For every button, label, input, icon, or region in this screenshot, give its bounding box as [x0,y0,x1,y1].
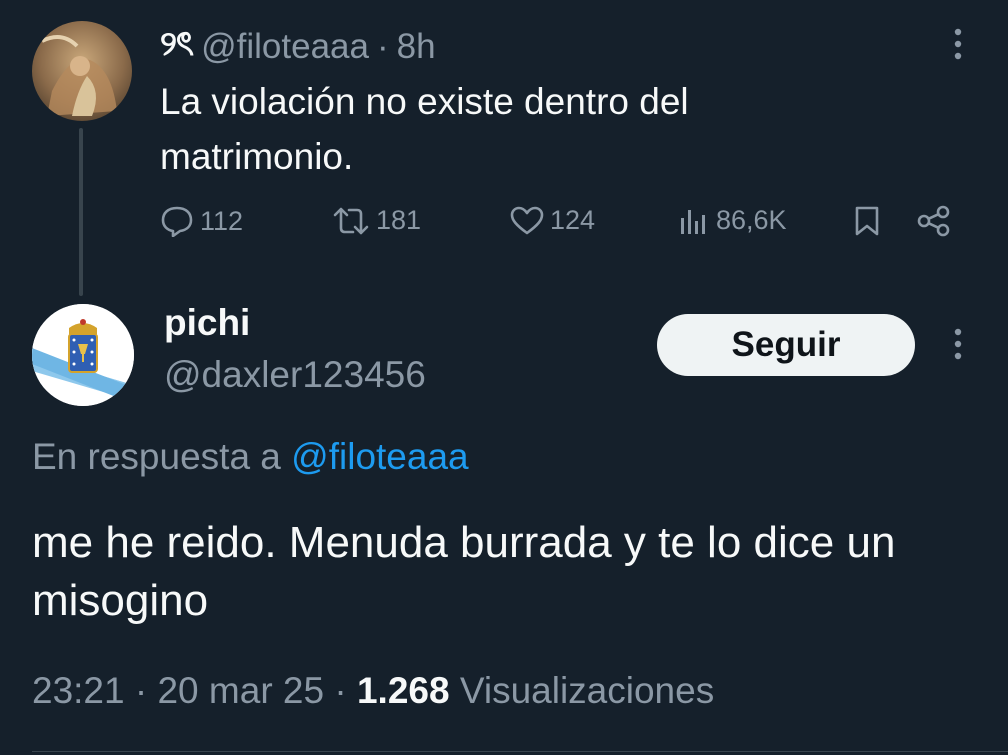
thread-line [79,128,83,296]
like-count: 124 [550,205,596,235]
bookmark-button[interactable] [852,205,882,237]
retweet-button[interactable]: 181 [332,205,421,236]
tweet-time[interactable]: 23:21 [32,670,125,711]
reply-button[interactable]: 112 [160,205,243,237]
in-reply-to: En respuesta a @filoteaaa [32,436,469,478]
retweet-count: 181 [376,205,422,235]
parent-display-name[interactable]: ୨ৎ [160,18,194,75]
parent-handle[interactable]: @filoteaaa [201,27,369,67]
retweet-icon [332,206,370,236]
heart-icon [510,206,544,236]
divider [32,751,1008,752]
parent-header: ୨ৎ @filoteaaa · 8h [160,18,436,75]
in-reply-prefix: En respuesta a [32,436,281,477]
parent-tweet-text: La violación no existe dentro del matrim… [160,81,689,177]
more-options-icon[interactable] [944,26,972,62]
views-count: 86,6K [716,205,787,235]
parent-avatar[interactable] [32,21,132,121]
parent-time[interactable]: 8h [397,27,436,67]
share-icon [916,205,952,237]
reply-handle[interactable]: @daxler123456 [164,354,426,396]
separator: · [134,670,148,711]
reply-icon [160,205,194,237]
reply-count: 112 [200,205,244,236]
share-button[interactable] [916,205,952,237]
parent-metrics: 112 181 124 86,6K [160,205,960,249]
reply-display-name[interactable]: pichi [164,302,250,344]
tweet-date[interactable]: 20 mar 25 [157,670,324,711]
like-button[interactable]: 124 [510,205,595,236]
follow-button[interactable]: Seguir [657,314,915,376]
reply-avatar[interactable] [32,304,134,406]
bookmark-icon [852,205,882,237]
separator: · [334,670,347,711]
more-options-icon[interactable] [944,326,972,362]
analytics-icon [678,206,710,236]
separator: · [376,26,389,66]
in-reply-handle-link[interactable]: @filoteaaa [291,436,468,477]
tweet-meta: 23:21 · 20 mar 25 · 1.268 Visualizacione… [32,670,714,712]
views-label: Visualizaciones [459,670,715,711]
views-total: 1.268 [356,670,450,711]
views-button[interactable]: 86,6K [678,205,787,236]
reply-tweet-text: me he reido. Menuda burrada y te lo dice… [32,518,896,625]
